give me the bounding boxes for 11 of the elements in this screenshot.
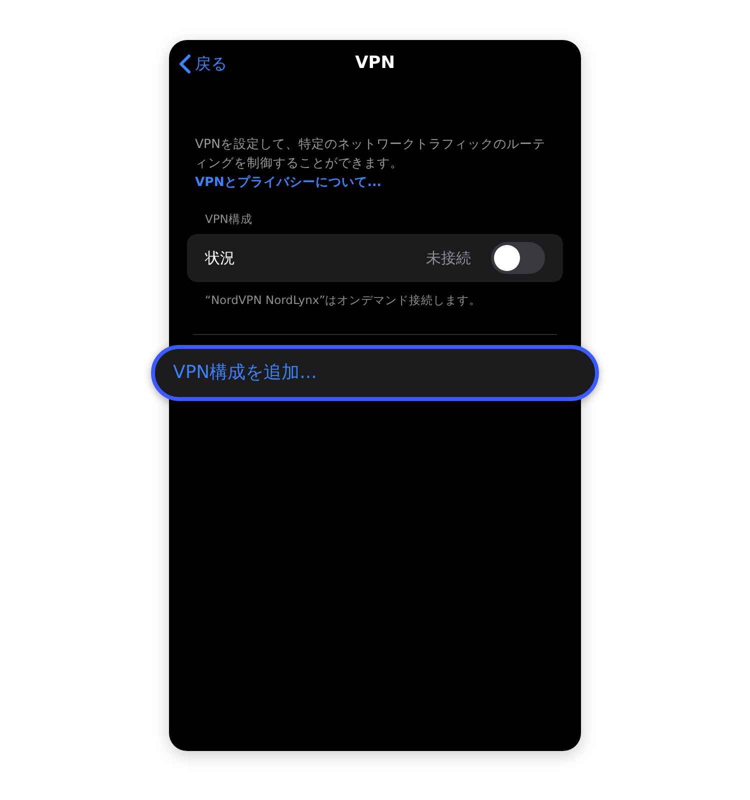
- back-button[interactable]: 戻る: [179, 52, 227, 76]
- description-text: VPNを設定して、特定のネットワークトラフィックのルーティングを制御することができます。 VPNとプライバシーについて...: [195, 135, 546, 191]
- status-value: 未接続: [426, 248, 471, 269]
- section-footer: “NordVPN NordLynx”はオンデマンド接続します。: [205, 292, 545, 310]
- status-label: 状況: [205, 248, 235, 269]
- toggle-switch[interactable]: [491, 242, 545, 274]
- chevron-left-icon: [179, 54, 191, 74]
- add-vpn-button[interactable]: VPN構成を追加...: [151, 344, 599, 400]
- section-header: VPN構成: [205, 211, 254, 228]
- nav-title: VPN: [355, 53, 395, 74]
- privacy-link[interactable]: VPNとプライバシーについて...: [195, 174, 382, 189]
